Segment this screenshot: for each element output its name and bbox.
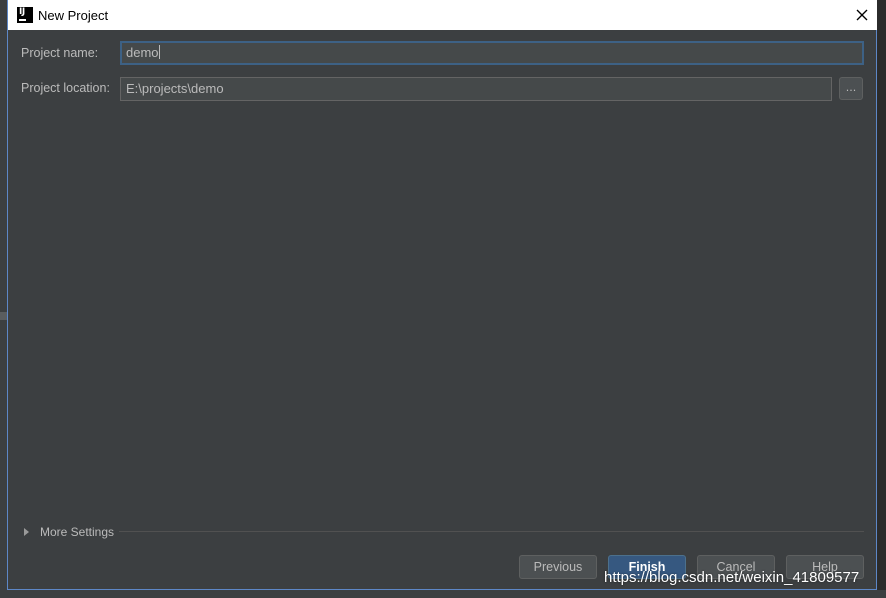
more-settings-toggle[interactable]: More Settings — [24, 524, 114, 540]
watermark-text: https://blog.csdn.net/weixin_41809577 — [604, 569, 860, 586]
more-settings-label: More Settings — [40, 525, 115, 539]
intellij-idea-icon: IJ — [17, 7, 33, 23]
project-name-value: demo — [126, 45, 159, 60]
project-name-input[interactable]: demo — [120, 41, 864, 65]
project-location-label: Project location: — [21, 81, 110, 95]
dialog-titlebar: IJ New Project — [8, 0, 877, 30]
settings-separator — [119, 531, 864, 532]
project-location-input[interactable]: E:\projects\demo — [120, 77, 832, 101]
dialog-title: New Project — [38, 8, 109, 23]
triangle-right-icon — [24, 528, 29, 536]
previous-button[interactable]: Previous — [519, 555, 597, 579]
text-caret — [158, 45, 160, 59]
browse-button[interactable]: ... — [839, 77, 863, 100]
background-ide-editor — [878, 0, 886, 598]
close-button[interactable] — [847, 0, 877, 30]
project-name-label: Project name: — [21, 46, 99, 60]
close-icon — [856, 9, 868, 21]
background-ide-statusbar — [0, 590, 886, 598]
new-project-dialog: IJ New Project Project name: demo Projec… — [7, 0, 877, 590]
project-location-value: E:\projects\demo — [126, 81, 224, 96]
